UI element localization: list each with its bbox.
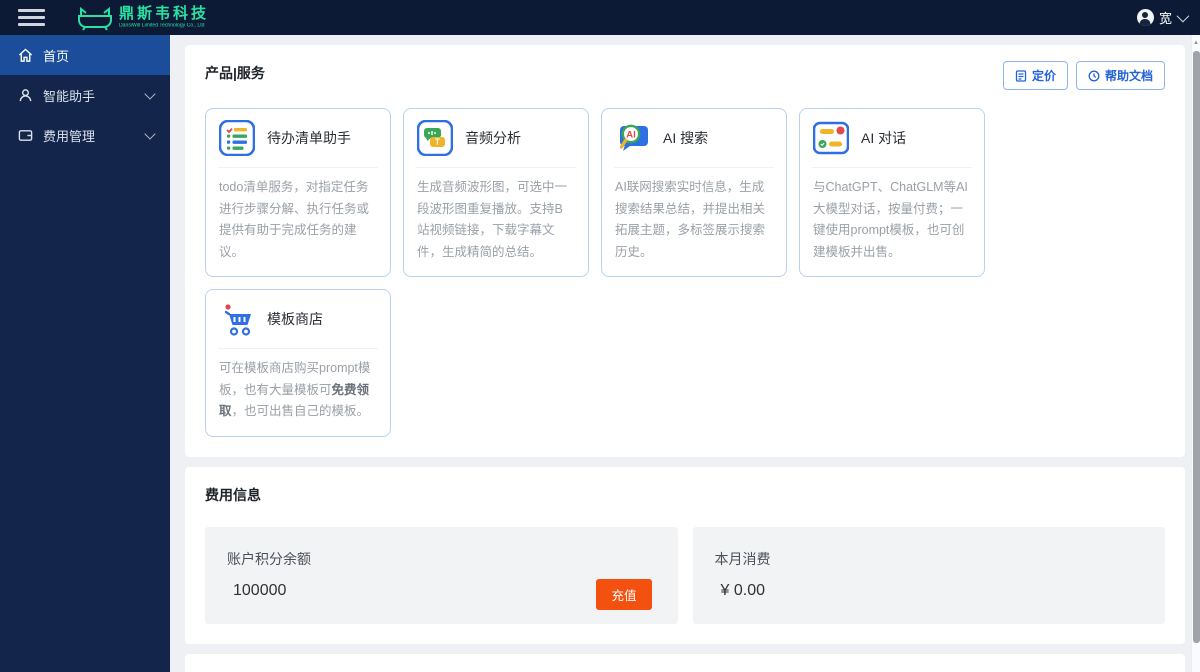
monthly-spend-label: 本月消费 xyxy=(714,550,771,567)
brand-subtitle: DansiWill Limited Technology Co., Ltd xyxy=(119,23,205,29)
shopping-cart-icon xyxy=(219,301,255,337)
product-card-description: AI联网搜索实时信息，生成搜索结果总结，并提出相关拓展主题，多标签展示搜索历史。 xyxy=(615,180,766,259)
billing-section-title: 费用信息 xyxy=(205,486,261,503)
user-name: 宽 xyxy=(1158,11,1172,26)
brand-name: 鼎斯韦科技 xyxy=(119,5,210,22)
home-icon xyxy=(18,47,33,63)
balance-panel: 账户积分余额 100000 充值 xyxy=(205,526,678,624)
help-doc-button-label: 帮助文档 xyxy=(1104,69,1153,83)
ai-chat-icon xyxy=(812,120,850,156)
sidebar-item-label: 首页 xyxy=(43,48,70,64)
product-card-title: AI 对话 xyxy=(861,130,907,146)
product-card-audio[interactable]: T 音频分析 生成音频波形图，可选中一段波形图重复播放。支持B站视频链接，下载字… xyxy=(403,108,589,277)
monthly-spend-value: ¥ 0.00 xyxy=(720,581,765,599)
sidebar-item-billing[interactable]: 费用管理 xyxy=(0,115,170,155)
audio-analysis-icon: T xyxy=(416,119,454,157)
chevron-down-icon xyxy=(144,87,156,100)
user-menu[interactable]: 宽 xyxy=(1136,8,1200,27)
topbar: 鼎斯韦科技 DansiWill Limited Technology Co., … xyxy=(0,0,1200,35)
product-card-description: 与ChatGPT、ChatGLM等AI大模型对话，按量付费；一键使用prompt… xyxy=(813,180,968,259)
product-card-title: AI 搜索 xyxy=(663,130,709,146)
brand-logo-icon xyxy=(77,5,113,31)
menu-toggle-icon[interactable] xyxy=(18,5,45,30)
product-card-template-store[interactable]: 模板商店 可在模板商店购买prompt模板，也有大量模板可免费领取，也可出售自己… xyxy=(205,289,391,437)
avatar-icon xyxy=(1136,9,1154,26)
balance-label: 账户积分余额 xyxy=(227,550,311,567)
pricing-doc-icon xyxy=(1015,69,1027,82)
sidebar-item-home[interactable]: 首页 xyxy=(0,35,170,75)
product-card-description: 生成音频波形图，可选中一段波形图重复播放。支持B站视频链接，下载字幕文件，生成精… xyxy=(417,180,568,259)
chevron-down-icon xyxy=(1176,9,1190,23)
wallet-icon xyxy=(18,128,33,143)
scrollbar-thumb[interactable] xyxy=(1193,51,1200,643)
monthly-spend-panel: 本月消费 ¥ 0.00 xyxy=(692,526,1165,624)
sidebar: 首页 智能助手 费用管理 xyxy=(0,35,170,672)
svg-text:T: T xyxy=(435,138,440,147)
product-card-description: 可在模板商店购买prompt模板，也有大量模板可免费领取，也可出售自己的模板。 xyxy=(219,361,371,418)
balance-value: 100000 xyxy=(233,581,287,599)
ai-search-icon: AI xyxy=(615,120,651,156)
vertical-scrollbar[interactable]: ▲ xyxy=(1191,35,1200,672)
points-consumption-panel: 积分消费 今天 最近7天 最近30天 月纬度 2023-11-04 - 2023… xyxy=(185,653,1185,672)
products-panel: 产品|服务 定价 帮助文档 待办清单助手 todo清单服务，对指定任务进行步骤分… xyxy=(185,45,1185,457)
svg-text:AI: AI xyxy=(626,130,636,141)
sidebar-item-label: 智能助手 xyxy=(43,88,96,104)
scrollbar-up-arrow-icon[interactable]: ▲ xyxy=(1192,35,1200,46)
product-card-ai-chat[interactable]: AI 对话 与ChatGPT、ChatGLM等AI大模型对话，按量付费；一键使用… xyxy=(799,108,985,277)
product-card-title: 待办清单助手 xyxy=(267,130,351,146)
assistant-person-icon xyxy=(18,88,33,103)
product-card-title: 音频分析 xyxy=(465,130,521,146)
product-card-description: todo清单服务，对指定任务进行步骤分解、执行任务或提供有助于完成任务的建议。 xyxy=(219,180,370,259)
todo-checklist-icon xyxy=(218,119,256,157)
brand-logo[interactable]: 鼎斯韦科技 DansiWill Limited Technology Co., … xyxy=(77,5,220,31)
product-card-title: 模板商店 xyxy=(267,311,323,327)
products-section-title: 产品|服务 xyxy=(205,65,265,81)
pricing-button-label: 定价 xyxy=(1031,69,1056,83)
sidebar-item-label: 费用管理 xyxy=(43,128,96,144)
billing-panel: 费用信息 账户积分余额 100000 充值 本月消费 ¥ 0.00 xyxy=(185,466,1185,644)
product-card-todo[interactable]: 待办清单助手 todo清单服务，对指定任务进行步骤分解、执行任务或提供有助于完成… xyxy=(205,108,391,277)
help-doc-button[interactable]: 帮助文档 xyxy=(1075,61,1165,90)
help-clock-icon xyxy=(1088,70,1100,81)
chevron-down-icon xyxy=(144,127,156,140)
product-card-grid: 待办清单助手 todo清单服务，对指定任务进行步骤分解、执行任务或提供有助于完成… xyxy=(205,108,1165,437)
sidebar-item-assistant[interactable]: 智能助手 xyxy=(0,75,170,115)
pricing-button[interactable]: 定价 xyxy=(1002,61,1068,90)
product-card-ai-search[interactable]: AI AI 搜索 AI联网搜索实时信息，生成搜索结果总结，并提出相关拓展主题，多… xyxy=(601,108,787,277)
recharge-button[interactable]: 充值 xyxy=(596,578,652,610)
main-content: 产品|服务 定价 帮助文档 待办清单助手 todo清单服务，对指定任务进行步骤分… xyxy=(170,35,1200,672)
